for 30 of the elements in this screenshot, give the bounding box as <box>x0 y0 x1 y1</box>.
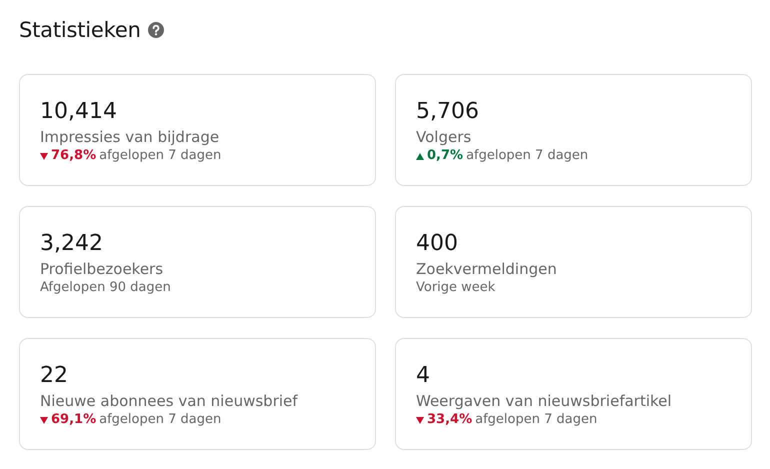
stat-value: 3,242 <box>40 230 103 258</box>
help-icon[interactable] <box>148 22 164 38</box>
stat-label: Impressies van bijdrage <box>40 127 220 147</box>
stat-label: Zoekvermeldingen <box>416 259 557 279</box>
stat-card[interactable]: 400 Zoekvermeldingen Vorige week <box>395 206 752 318</box>
change-percentage: 0,7% <box>427 147 464 165</box>
stat-card[interactable]: 4 Weergaven van nieuwsbriefartikel 33,4% afgelopen 7 dagen <box>395 338 752 450</box>
stat-card[interactable]: 5,706 Volgers 0,7% afgelopen 7 dagen <box>395 74 752 186</box>
stat-label: Nieuwe abonnees van nieuwsbrief <box>40 391 298 411</box>
stat-value: 4 <box>416 362 430 390</box>
change-percentage: 76,8% <box>51 147 96 165</box>
stat-value: 400 <box>416 230 458 258</box>
stat-value: 22 <box>40 362 68 390</box>
stat-card[interactable]: 22 Nieuwe abonnees van nieuwsbrief 69,1% afgelopen 7 dagen <box>19 338 376 450</box>
period-text: afgelopen 7 dagen <box>99 411 222 429</box>
change-percentage: 33,4% <box>427 411 472 429</box>
period-text: Afgelopen 90 dagen <box>40 279 171 297</box>
stat-value: 5,706 <box>416 98 479 126</box>
stat-card[interactable]: 10,414 Impressies van bijdrage 76,8% afgelopen 7 dagen <box>19 74 376 186</box>
stat-value: 10,414 <box>40 98 117 126</box>
period-text: Vorige week <box>416 279 496 297</box>
period-text: afgelopen 7 dagen <box>99 147 222 165</box>
stat-label: Weergaven van nieuwsbriefartikel <box>416 391 672 411</box>
stat-label: Profielbezoekers <box>40 259 164 279</box>
stat-card[interactable]: 3,242 Profielbezoekers Afgelopen 90 dagen <box>19 206 376 318</box>
change-percentage: 69,1% <box>51 411 96 429</box>
period-text: afgelopen 7 dagen <box>466 147 588 165</box>
stat-label: Volgers <box>416 127 472 147</box>
period-text: afgelopen 7 dagen <box>475 411 598 429</box>
section-title: Statistieken <box>19 18 141 42</box>
